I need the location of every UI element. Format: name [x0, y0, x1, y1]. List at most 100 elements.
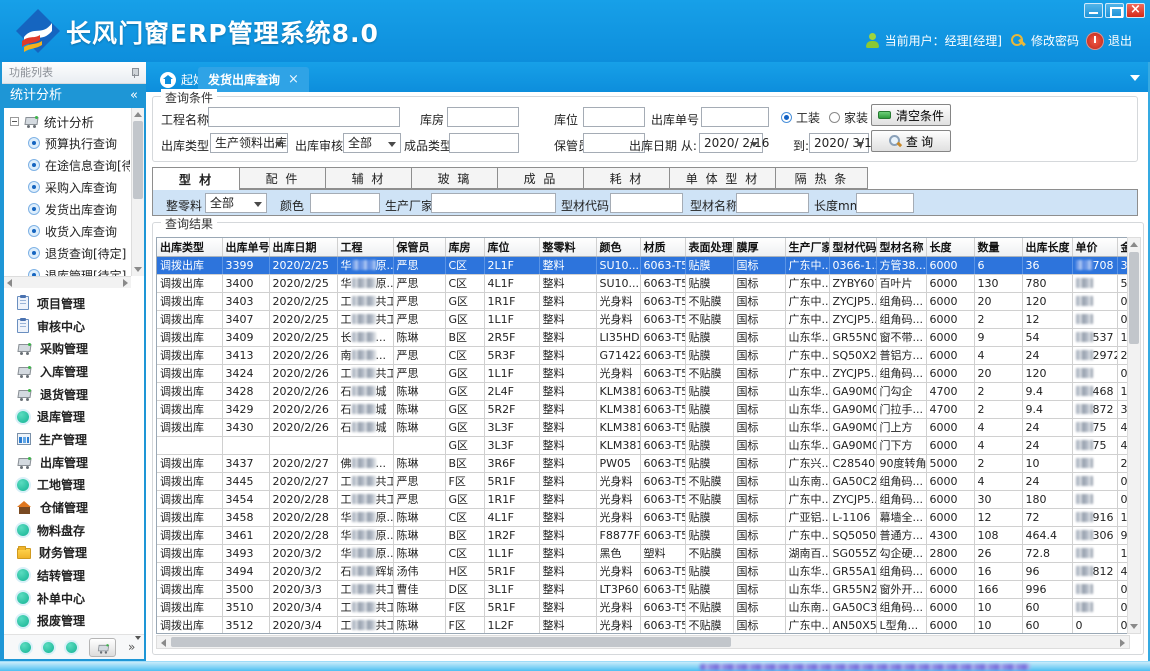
cell[interactable]	[1072, 544, 1117, 562]
cell[interactable]: 6063-T5	[640, 526, 685, 544]
cell[interactable]: F8877FT	[596, 526, 640, 544]
cell[interactable]: 调拨出库	[157, 346, 222, 364]
cell[interactable]: 26	[974, 544, 1022, 562]
cell[interactable]: 130	[974, 274, 1022, 292]
material-tab-8[interactable]: 隔 热 条	[776, 167, 868, 189]
cell[interactable]: 严思	[393, 310, 445, 328]
cell[interactable]: 6000	[926, 562, 974, 580]
whole-part-select[interactable]: 全部	[205, 193, 267, 213]
cell[interactable]: 山东华...	[785, 382, 829, 400]
cell[interactable]: 1R1F	[484, 490, 539, 508]
cell[interactable]: 4300	[926, 526, 974, 544]
cell[interactable]: 整料	[539, 364, 596, 382]
footer-dot-icon[interactable]	[20, 642, 31, 653]
cell[interactable]: GR55N02	[829, 328, 876, 346]
maximize-button[interactable]	[1105, 3, 1124, 18]
cell[interactable]: ZYBY607	[829, 274, 876, 292]
sidebar-item-3[interactable]: 采购管理	[4, 337, 144, 360]
column-header-3[interactable]: 出库日期	[269, 238, 337, 256]
radio-gongzhuang[interactable]: 工装	[781, 109, 820, 126]
sidebar-item-15[interactable]: 报废管理	[4, 609, 144, 632]
cell[interactable]: 组角码...	[876, 292, 926, 310]
cell[interactable]: 2020/3/2	[269, 562, 337, 580]
material-tab-6[interactable]: 耗 材	[584, 167, 670, 189]
cell[interactable]: 调拨出库	[157, 616, 222, 634]
column-header-2[interactable]: 出库单号	[222, 238, 269, 256]
cell[interactable]: 国标	[733, 436, 785, 454]
cell[interactable]: 组角码...	[876, 562, 926, 580]
cell[interactable]: 百叶片	[876, 274, 926, 292]
cell[interactable]: L型角...	[876, 616, 926, 634]
cell[interactable]: 陈琳	[393, 616, 445, 634]
cell[interactable]: 门拉手...	[876, 400, 926, 418]
cell[interactable]: F区	[445, 616, 484, 634]
cell[interactable]: 整料	[539, 418, 596, 436]
cell[interactable]: C28540B	[829, 454, 876, 472]
tree-root-statistics[interactable]: 统计分析	[6, 110, 130, 132]
sidebar-item-1[interactable]: 项目管理	[4, 292, 144, 315]
table-row[interactable]: 调拨出库34092020/2/25长...陈琳B区2R5F整料LI35HD606…	[157, 328, 1130, 346]
cell[interactable]: 工共工程	[337, 616, 393, 634]
cell[interactable]: 整料	[539, 436, 596, 454]
column-header-9[interactable]: 颜色	[596, 238, 640, 256]
cell[interactable]: G区	[445, 310, 484, 328]
cell[interactable]: 整料	[539, 328, 596, 346]
cell[interactable]: 5000	[926, 454, 974, 472]
cell[interactable]: 整料	[539, 310, 596, 328]
material-tab-1[interactable]: 型 材	[152, 167, 240, 190]
cell[interactable]: 光身料	[596, 616, 640, 634]
table-row[interactable]: 调拨出库34942020/3/2石辉城汤伟H区5R1F整料光身料6063-T5贴…	[157, 562, 1130, 580]
cell[interactable]: 国标	[733, 274, 785, 292]
sidebar-item-12[interactable]: 财务管理	[4, 541, 144, 564]
cell[interactable]	[1072, 598, 1117, 616]
date-to-select[interactable]: 2020/ 3/16	[809, 133, 869, 153]
cell[interactable]: 湖南百...	[785, 544, 829, 562]
cell[interactable]: 2R5F	[484, 328, 539, 346]
footer-cart-button[interactable]	[89, 638, 116, 657]
cell[interactable]: 整料	[539, 526, 596, 544]
cell[interactable]: 6000	[926, 256, 974, 274]
cell[interactable]: 6000	[926, 508, 974, 526]
cell[interactable]: 9.4	[1022, 382, 1072, 400]
cell[interactable]: 广东中...	[785, 274, 829, 292]
cell[interactable]: 曹佳	[393, 580, 445, 598]
table-row[interactable]: 调拨出库34452020/2/27工共工程严思F区5R1F整料光身料6063-T…	[157, 472, 1130, 490]
cell[interactable]: 2020/2/28	[269, 508, 337, 526]
cell[interactable]: AN50X50X2	[829, 616, 876, 634]
profile-code-input[interactable]	[610, 193, 683, 213]
cell[interactable]: 不贴膜	[685, 544, 733, 562]
cell[interactable]: B区	[445, 328, 484, 346]
cell[interactable]: 贴膜	[685, 256, 733, 274]
cell[interactable]: 4700	[926, 382, 974, 400]
profile-name-input[interactable]	[736, 193, 809, 213]
cell[interactable]: 调拨出库	[157, 256, 222, 274]
cell[interactable]: 贴膜	[685, 580, 733, 598]
cell[interactable]: 不贴膜	[685, 472, 733, 490]
project-name-input[interactable]	[208, 107, 400, 127]
cell[interactable]: 6000	[926, 580, 974, 598]
scroll-up-icon[interactable]	[1130, 242, 1138, 247]
cell[interactable]: 4L1F	[484, 274, 539, 292]
cell[interactable]: 整料	[539, 508, 596, 526]
cell[interactable]: 组角码...	[876, 598, 926, 616]
cell[interactable]: SU10...	[596, 274, 640, 292]
cell[interactable]: 调拨出库	[157, 292, 222, 310]
cell[interactable]: 国标	[733, 292, 785, 310]
cell[interactable]: 广东中...	[785, 346, 829, 364]
cell[interactable]: 6063-T5	[640, 292, 685, 310]
cell[interactable]: ZYCJP5...	[829, 310, 876, 328]
cell[interactable]: 华原...	[337, 526, 393, 544]
cell[interactable]: 20	[974, 292, 1022, 310]
cell[interactable]: 广东兴...	[785, 454, 829, 472]
tree-item-2[interactable]: 在途信息查询[待	[6, 154, 130, 176]
cell[interactable]: 不贴膜	[685, 598, 733, 616]
scroll-left-icon[interactable]	[7, 279, 12, 287]
color-input[interactable]	[310, 193, 380, 213]
table-row[interactable]: 调拨出库34542020/2/28工共工程严思G区1R1F整料光身料6063-T…	[157, 490, 1130, 508]
table-row[interactable]: 调拨出库34132020/2/26南...严思C区5R3F整料G71422606…	[157, 346, 1130, 364]
cell[interactable]: 石城	[337, 382, 393, 400]
cell[interactable]: 严思	[393, 256, 445, 274]
cell[interactable]: 2020/2/28	[269, 490, 337, 508]
cell[interactable]: 国标	[733, 526, 785, 544]
cell[interactable]: 组角码...	[876, 364, 926, 382]
